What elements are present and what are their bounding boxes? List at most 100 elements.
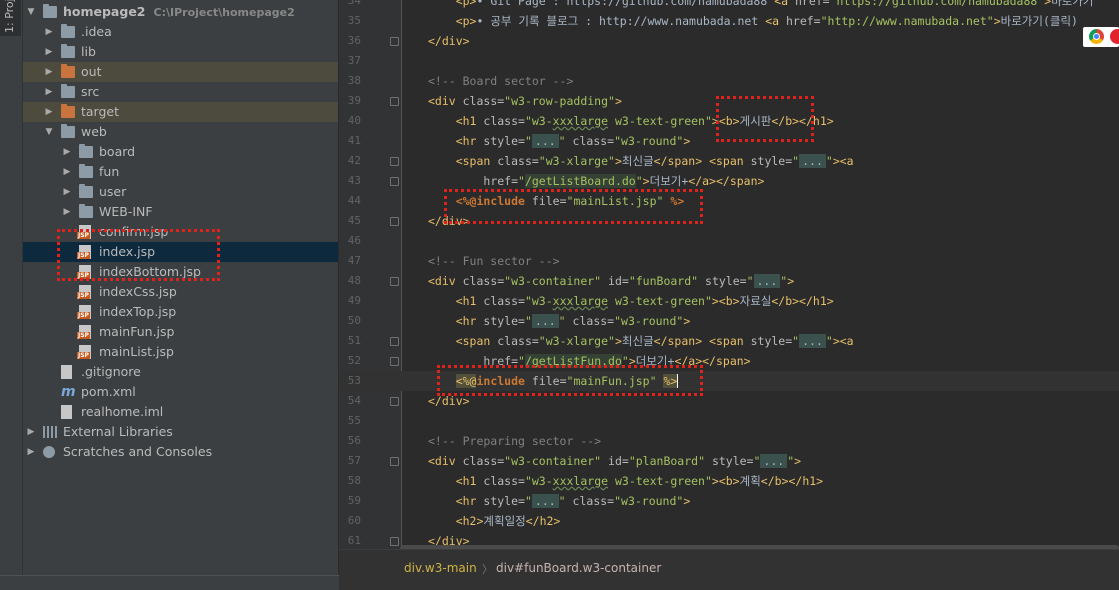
jsp-file-icon [77,305,91,319]
tree-item-label: fun [99,164,120,179]
code-line[interactable]: 43 href="/getListBoard.do">더보기+</a></spa… [339,171,1119,191]
fold-toggle-icon[interactable] [390,537,399,546]
tree-item[interactable]: ▶ lib [23,42,338,62]
tree-item-label: web [81,124,107,139]
expand-right-icon[interactable]: ▶ [26,442,36,462]
tree-item[interactable]: mainFun.jsp [23,322,338,342]
chrome-icon[interactable] [1089,29,1104,44]
folder-icon [79,204,93,218]
fold-toggle-icon[interactable] [390,277,399,286]
expand-right-icon[interactable]: ▶ [44,42,54,62]
fold-toggle-icon[interactable] [390,157,399,166]
fold-toggle-icon[interactable] [390,457,399,466]
line-number: 38 [347,74,361,87]
tree-item[interactable]: m pom.xml [23,382,338,402]
line-number: 36 [347,34,361,47]
fold-toggle-icon[interactable] [390,217,399,226]
line-number: 60 [347,514,361,527]
expand-right-icon[interactable]: ▶ [44,22,54,42]
tree-item[interactable]: ▼ web [23,122,338,142]
fold-toggle-icon[interactable] [390,37,399,46]
tree-item[interactable]: ▶ WEB-INF [23,202,338,222]
tree-item[interactable]: ▶ target [23,102,338,122]
tree-item[interactable]: ▶ user [23,182,338,202]
tree-item[interactable]: ▶ src [23,82,338,102]
file-icon [61,405,72,419]
expand-right-icon[interactable]: ▶ [44,82,54,102]
tree-item[interactable]: ▶ External Libraries [23,422,338,442]
code-text: <!-- Fun sector --> [428,254,560,268]
opera-icon[interactable] [1110,29,1119,44]
tree-item-label: External Libraries [63,424,173,439]
code-editor[interactable]: 34 <p>• Git Page : https://github.com/na… [339,0,1119,549]
code-line[interactable]: 48 <div class="w3-container" id="funBoard… [339,271,1119,291]
line-number: 58 [347,474,361,487]
code-line[interactable]: 34 <p>• Git Page : https://github.com/na… [339,0,1119,11]
tree-item[interactable]: ▶ fun [23,162,338,182]
fold-toggle-icon[interactable] [390,97,399,106]
tree-item[interactable]: ▶ out [23,62,338,82]
tree-item[interactable]: indexTop.jsp [23,302,338,322]
annotation-box-board-title [716,96,814,142]
tree-item[interactable]: mainList.jsp [23,342,338,362]
tree-item-label: realhome.iml [81,404,164,419]
line-number: 54 [347,394,361,407]
expand-right-icon[interactable]: ▶ [62,162,72,182]
fold-toggle-icon[interactable] [390,397,399,406]
tree-item[interactable]: ▶ .idea [23,22,338,42]
fold-toggle-icon[interactable] [390,337,399,346]
code-line[interactable]: 38 <!-- Board sector --> [339,71,1119,91]
tree-item-label: .gitignore [81,364,141,379]
code-line[interactable]: 60 <h2>계획일정</h2> [339,511,1119,531]
project-tool-tab[interactable]: 1: Project [0,0,21,36]
fold-toggle-icon[interactable] [390,357,399,366]
code-line[interactable]: 56 <!-- Preparing sector --> [339,431,1119,451]
expand-right-icon[interactable]: ▶ [44,62,54,82]
project-tree: ▼ homepage2 C:\IProject\homepage2 ▶ .idea ▶ li… [23,0,338,589]
code-line[interactable]: 47 <!-- Fun sector --> [339,251,1119,271]
expand-down-icon[interactable]: ▼ [26,2,36,22]
code-line[interactable]: 36 </div> [339,31,1119,51]
code-line[interactable]: 46 [339,231,1119,251]
breadcrumb-item-main[interactable]: div.w3-main [404,561,477,575]
expand-right-icon[interactable]: ▶ [62,142,72,162]
breadcrumb-item-funboard[interactable]: div#funBoard.w3-container [496,561,661,575]
code-line[interactable]: 51 <span class="w3-xlarge">최신글</span> <s… [339,331,1119,351]
code-line[interactable]: 42 <span class="w3-xlarge">최신글</span> <s… [339,151,1119,171]
tree-item[interactable]: .gitignore [23,362,338,382]
code-line[interactable]: 58 <h1 class="w3-xxxlarge w3-text-green"… [339,471,1119,491]
code-line[interactable]: 35 <p>• 공부 기록 블로그 : http://www.namubada.… [339,11,1119,31]
code-line[interactable]: 57 <div class="w3-container" id="planBoar… [339,451,1119,471]
breadcrumb-separator: 〉 [482,563,493,576]
tree-item[interactable]: ▶ Scratches and Consoles [23,442,338,462]
code-line[interactable]: 50 <hr style="... " class="w3-round"> [339,311,1119,331]
tree-item[interactable]: realhome.iml [23,402,338,422]
expand-right-icon[interactable]: ▶ [44,102,54,122]
line-number: 59 [347,494,361,507]
folder-icon [61,24,75,38]
line-number: 50 [347,314,361,327]
code-line[interactable]: 37 [339,51,1119,71]
expand-right-icon[interactable]: ▶ [62,202,72,222]
folder-icon [79,164,93,178]
tree-item[interactable]: ▼ homepage2 C:\IProject\homepage2 [23,2,338,22]
folder-icon [79,144,93,158]
jsp-file-icon [77,345,91,359]
annotation-box-include-mainfun [437,365,703,396]
code-text: </div> [428,34,470,48]
code-text: <h2>계획일정</h2> [455,514,561,528]
fold-toggle-icon[interactable] [390,177,399,186]
code-line[interactable]: 55 [339,411,1119,431]
line-number: 46 [347,234,361,247]
tree-item-label: indexCss.jsp [99,284,177,299]
browser-launch-icons [1083,27,1119,47]
code-line[interactable]: 59 <hr style="... " class="w3-round"> [339,491,1119,511]
code-line[interactable]: 49 <h1 class="w3-xxxlarge w3-text-green"… [339,291,1119,311]
expand-down-icon[interactable]: ▼ [44,122,54,142]
tree-item[interactable]: indexCss.jsp [23,282,338,302]
line-number: 49 [347,294,361,307]
expand-right-icon[interactable]: ▶ [62,182,72,202]
code-text: <div class="w3-row-padding"> [428,94,622,108]
tree-item[interactable]: ▶ board [23,142,338,162]
expand-right-icon[interactable]: ▶ [26,422,36,442]
